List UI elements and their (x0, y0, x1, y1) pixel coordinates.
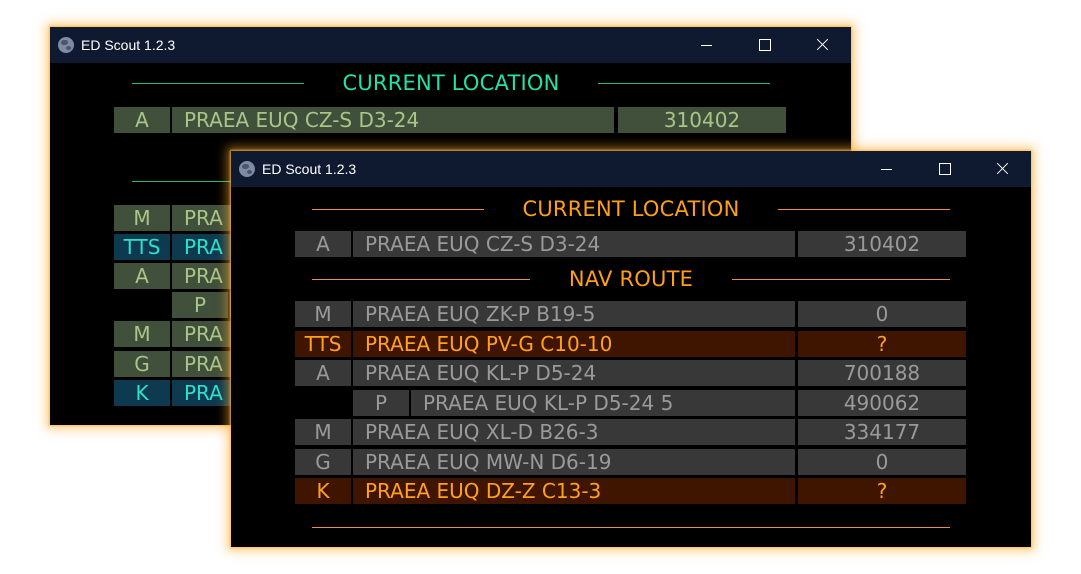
window-title: ED Scout 1.2.3 (262, 161, 357, 177)
maximize-button[interactable] (915, 151, 973, 187)
system-name: PRAEA EUQ KL-P D5-24 (353, 360, 795, 386)
star-class: M (295, 301, 351, 327)
route-row: M PRAEA EUQ ZK-P B19-5 0 (295, 301, 969, 327)
star-class: A (114, 107, 170, 133)
nav-route-title: NAV ROUTE (568, 267, 694, 291)
star-class: TTS (295, 331, 351, 357)
close-button[interactable] (793, 27, 851, 63)
star-class: G (295, 449, 351, 475)
system-name: PRAEA EUQ DZ-Z C13-3 (353, 478, 795, 504)
current-location-row: A PRAEA EUQ CZ-S D3-24 310402 (114, 107, 788, 133)
star-class: A (295, 231, 351, 257)
system-name: PRAEA EUQ PV-G C10-10 (353, 331, 795, 357)
system-value: 310402 (798, 231, 966, 257)
globe-icon (58, 37, 74, 53)
route-row: G PRAEA EUQ MW-N D6-19 0 (295, 449, 969, 475)
footer-divider (312, 511, 950, 543)
route-row: K PRAEA EUQ DZ-Z C13-3 ? (295, 478, 969, 504)
system-name: PRAEA EUQ CZ-S D3-24 (172, 107, 614, 133)
star-class: M (114, 321, 170, 347)
system-value: 334177 (798, 419, 966, 445)
system-name: PRAEA EUQ XL-D B26-3 (353, 419, 795, 445)
current-location-title: CURRENT LOCATION (342, 71, 560, 95)
route-row: TTS PRAEA EUQ PV-G C10-10 ? (295, 331, 969, 357)
minimize-button[interactable] (677, 27, 735, 63)
current-location-title: CURRENT LOCATION (522, 197, 740, 221)
current-location-header: CURRENT LOCATION (312, 193, 950, 225)
globe-icon (239, 161, 255, 177)
title-bar[interactable]: ED Scout 1.2.3 (50, 27, 851, 63)
window-content: CURRENT LOCATION A PRAEA EUQ CZ-S D3-24 … (231, 187, 1031, 547)
current-location-header: CURRENT LOCATION (132, 67, 770, 99)
star-class: M (295, 419, 351, 445)
star-class: A (114, 263, 170, 289)
window-controls (857, 151, 1031, 187)
system-value: 700188 (798, 360, 966, 386)
system-name: PRAEA EUQ CZ-S D3-24 (353, 231, 795, 257)
star-class: M (114, 205, 170, 231)
system-value: 0 (798, 301, 966, 327)
close-button[interactable] (973, 151, 1031, 187)
route-row: P PRAEA EUQ KL-P D5-24 5 490062 (295, 390, 969, 416)
system-value: 0 (798, 449, 966, 475)
system-value: ? (798, 331, 966, 357)
front-window[interactable]: ED Scout 1.2.3 CURRENT LOCATION A PRAEA … (231, 151, 1031, 547)
star-class: P (353, 390, 409, 416)
star-class: K (295, 478, 351, 504)
system-value: 310402 (618, 107, 786, 133)
star-class: A (295, 360, 351, 386)
star-class: K (114, 380, 170, 406)
star-class: P (172, 292, 228, 318)
system-name: PRAEA EUQ KL-P D5-24 5 (411, 390, 795, 416)
nav-route-header: NAV ROUTE (312, 263, 950, 295)
minimize-button[interactable] (857, 151, 915, 187)
window-controls (677, 27, 851, 63)
title-bar[interactable]: ED Scout 1.2.3 (231, 151, 1031, 187)
star-class: TTS (114, 234, 170, 260)
system-value: ? (798, 478, 966, 504)
system-name: PRAEA EUQ ZK-P B19-5 (353, 301, 795, 327)
route-row: M PRAEA EUQ XL-D B26-3 334177 (295, 419, 969, 445)
current-location-row: A PRAEA EUQ CZ-S D3-24 310402 (295, 231, 969, 257)
system-name: PRAEA EUQ MW-N D6-19 (353, 449, 795, 475)
system-value: 490062 (798, 390, 966, 416)
route-row: A PRAEA EUQ KL-P D5-24 700188 (295, 360, 969, 386)
window-title: ED Scout 1.2.3 (81, 37, 176, 53)
star-class: G (114, 351, 170, 377)
maximize-button[interactable] (735, 27, 793, 63)
